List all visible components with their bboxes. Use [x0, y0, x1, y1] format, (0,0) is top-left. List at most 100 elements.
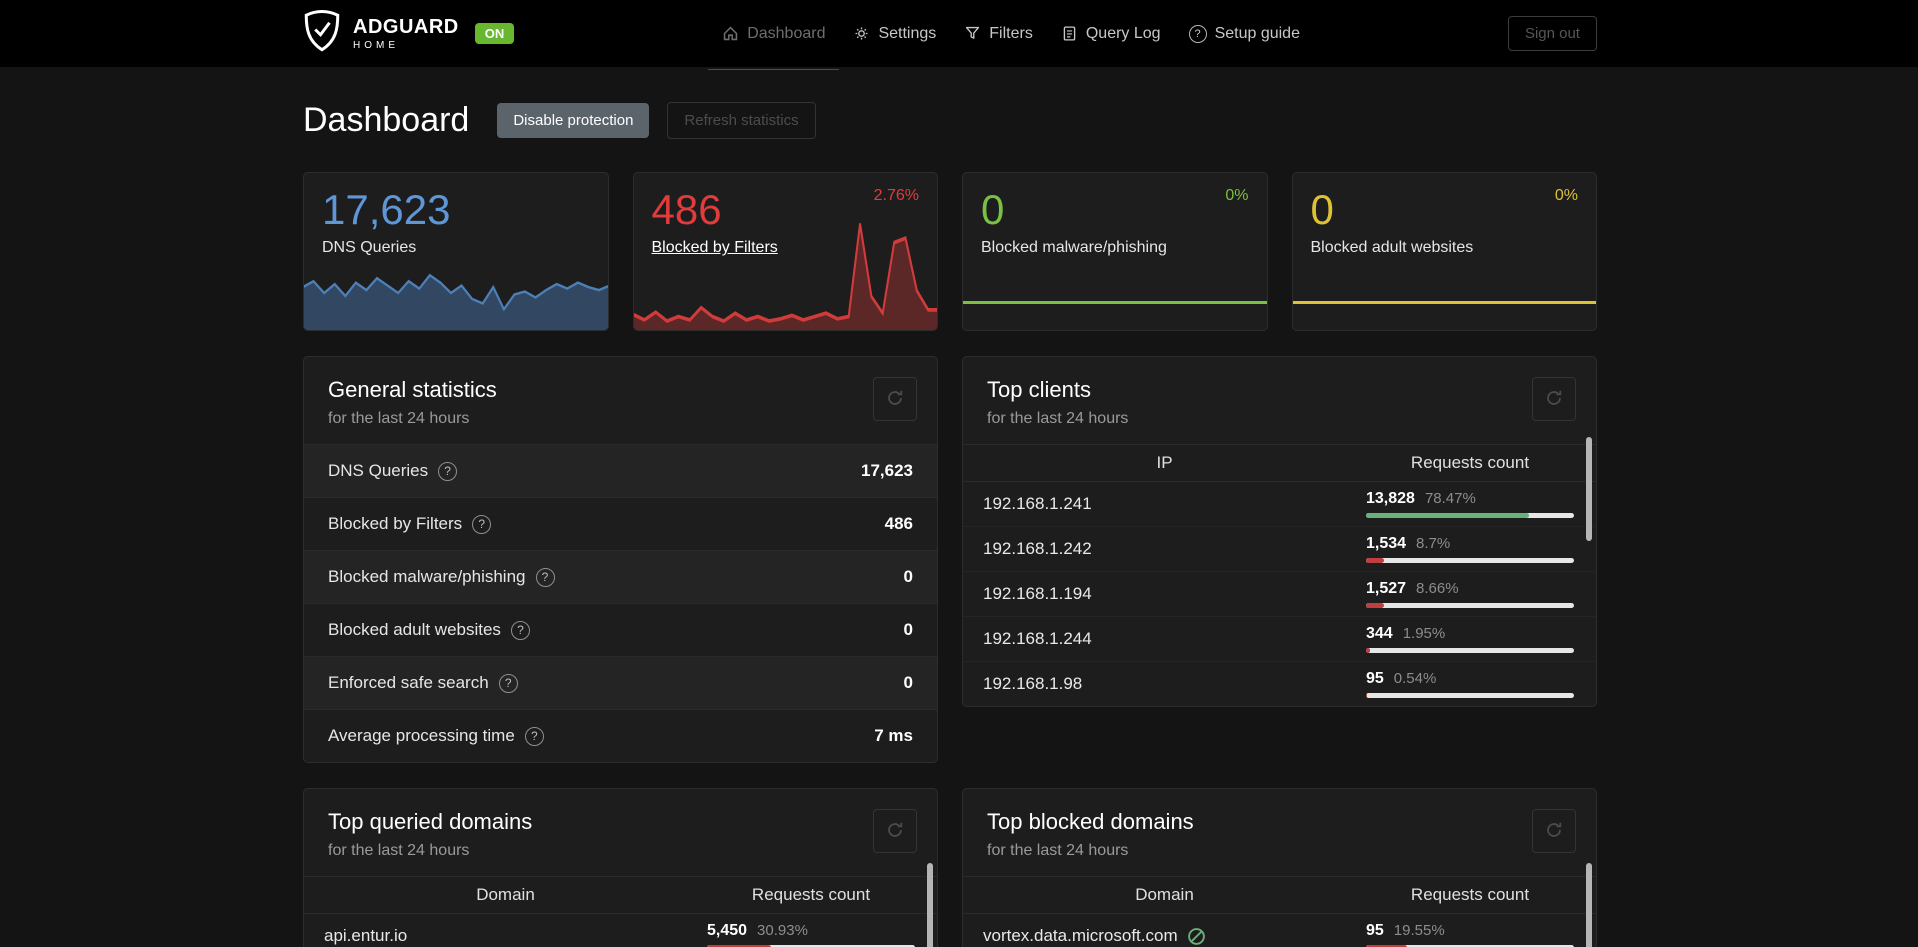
requests-count: 1,534 [1366, 535, 1407, 552]
disable-protection-button[interactable]: Disable protection [497, 103, 650, 138]
stat-row-value: 486 [884, 514, 913, 533]
scrollbar-thumb[interactable] [927, 863, 933, 947]
adguard-shield-icon [303, 9, 341, 57]
nav-query-log-label: Query Log [1085, 24, 1161, 42]
queried-domain[interactable]: api.entur.io [304, 926, 707, 946]
blocked-domain[interactable]: vortex.data.microsoft.com [983, 926, 1178, 946]
blocked-malware-card: 0% 0 Blocked malware/phishing [962, 172, 1268, 331]
general-statistics-subtitle: for the last 24 hours [328, 410, 470, 427]
client-ip[interactable]: 192.168.1.244 [963, 629, 1366, 649]
requests-percent: 1.95% [1402, 625, 1446, 642]
domain-column-header: Domain [476, 885, 535, 904]
blocked-adult-card: 0% 0 Blocked adult websites [1291, 172, 1597, 331]
main-nav: Dashboard Settings Filters Query Log ? S… [708, 0, 1314, 70]
refresh-icon [1545, 389, 1563, 410]
stat-cards-row: 17,623 DNS Queries 2.76% 486 Blocked by … [303, 172, 1597, 331]
requests-count: 344 [1366, 625, 1393, 642]
requests-count: 95 [1366, 670, 1384, 687]
help-icon[interactable]: ? [498, 673, 518, 693]
stat-row-value: 0 [903, 620, 913, 639]
domain-column-header: Domain [1135, 885, 1194, 904]
dns-queries-value: 17,623 [322, 186, 451, 233]
blocked-adult-sparkline [1292, 301, 1596, 304]
blocked-malware-percent: 0% [1225, 187, 1249, 204]
refresh-statistics-button[interactable]: Refresh statistics [667, 102, 816, 139]
help-icon[interactable]: ? [510, 620, 530, 640]
gear-icon [853, 25, 870, 42]
page-header: Dashboard Disable protection Refresh sta… [303, 101, 1597, 140]
nav-dashboard[interactable]: Dashboard [708, 0, 840, 70]
dashboard-icon [722, 25, 739, 42]
stat-row: Blocked by Filters? 486 [304, 497, 937, 550]
nav-setup-guide-label: Setup guide [1214, 24, 1300, 42]
scrollbar-thumb[interactable] [1586, 863, 1592, 947]
requests-count-column-header: Requests count [1410, 453, 1530, 472]
client-ip[interactable]: 192.168.1.241 [963, 494, 1366, 514]
requests-count-column-header: Requests count [751, 885, 871, 904]
refresh-icon [886, 821, 904, 842]
requests-bar [1366, 603, 1574, 608]
dns-queries-label: DNS Queries [322, 239, 417, 257]
requests-bar [1366, 558, 1574, 563]
blocked-by-filters-sparkline [633, 223, 938, 330]
requests-count: 95 [1366, 922, 1384, 939]
general-statistics-card: General statistics for the last 24 hours… [303, 356, 938, 763]
nav-filters[interactable]: Filters [950, 0, 1047, 67]
stat-row-label: Blocked malware/phishing [328, 567, 526, 586]
requests-bar [1366, 648, 1574, 653]
stat-row: Blocked adult websites? 0 [304, 603, 937, 656]
blocked-adult-percent: 0% [1554, 187, 1578, 204]
top-navbar: ADGUARD HOME ON Dashboard Settings Filte… [0, 0, 1918, 70]
table-row: 192.168.1.244 344 1.95% [963, 616, 1596, 661]
client-ip[interactable]: 192.168.1.98 [963, 674, 1366, 694]
top-blocked-subtitle: for the last 24 hours [987, 842, 1129, 859]
blocked-by-filters-percent: 2.76% [873, 187, 919, 204]
sign-out-button[interactable]: Sign out [1507, 16, 1597, 51]
help-icon[interactable]: ? [472, 514, 492, 534]
brand-name: ADGUARD [353, 15, 459, 38]
refresh-icon [886, 389, 904, 410]
top-clients-table: 192.168.1.241 13,828 78.47% 192.168.1.242… [963, 482, 1596, 706]
nav-query-log[interactable]: Query Log [1047, 0, 1175, 67]
nav-settings[interactable]: Settings [839, 0, 950, 67]
top-clients-refresh-button[interactable] [1532, 377, 1576, 421]
help-icon[interactable]: ? [535, 567, 555, 587]
filter-funnel-icon [964, 25, 981, 42]
requests-count: 5,450 [707, 922, 748, 939]
requests-count: 13,828 [1366, 490, 1415, 507]
blocked-by-filters-card: 2.76% 486 Blocked by Filters [632, 172, 938, 331]
client-ip[interactable]: 192.168.1.194 [963, 584, 1366, 604]
blocked-malware-value: 0 [981, 186, 1005, 233]
scrollbar-thumb[interactable] [1586, 437, 1592, 541]
refresh-icon [1545, 821, 1563, 842]
help-icon[interactable]: ? [524, 726, 544, 746]
blocked-by-filters-link[interactable]: Blocked by Filters [652, 239, 778, 256]
blocked-circle-icon [1187, 927, 1206, 946]
top-queried-title: Top queried domains [328, 809, 533, 834]
table-row: vortex.data.microsoft.com 95 19.55% [963, 914, 1596, 947]
top-clients-card: Top clients for the last 24 hours IP Req… [962, 356, 1597, 707]
brand-subtitle: HOME [353, 39, 399, 51]
top-blocked-refresh-button[interactable] [1532, 809, 1576, 853]
top-queried-table: api.entur.io 5,450 30.93% [304, 914, 937, 947]
general-statistics-refresh-button[interactable] [873, 377, 917, 421]
nav-settings-label: Settings [878, 24, 937, 42]
requests-percent: 30.93% [757, 922, 808, 939]
requests-percent: 78.47% [1424, 490, 1476, 507]
stat-row-label: DNS Queries [328, 461, 429, 480]
document-icon [1061, 25, 1078, 42]
stat-row-label: Enforced safe search [328, 673, 489, 692]
dashboard-page: Dashboard Disable protection Refresh sta… [303, 101, 1597, 947]
top-blocked-table: vortex.data.microsoft.com 95 19.55% [963, 914, 1596, 947]
requests-percent: 8.7% [1416, 535, 1451, 552]
page-title: Dashboard [303, 101, 470, 139]
help-icon[interactable]: ? [438, 461, 458, 481]
stat-row: Average processing time? 7 ms [304, 709, 937, 762]
blocked-malware-label: Blocked malware/phishing [981, 239, 1167, 257]
top-queried-subtitle: for the last 24 hours [328, 842, 470, 859]
adguard-logo[interactable]: ADGUARD HOME ON [303, 9, 515, 57]
client-ip[interactable]: 192.168.1.242 [963, 539, 1366, 559]
top-queried-refresh-button[interactable] [873, 809, 917, 853]
stat-row-label: Blocked adult websites [328, 620, 501, 639]
nav-setup-guide[interactable]: ? Setup guide [1175, 0, 1314, 67]
